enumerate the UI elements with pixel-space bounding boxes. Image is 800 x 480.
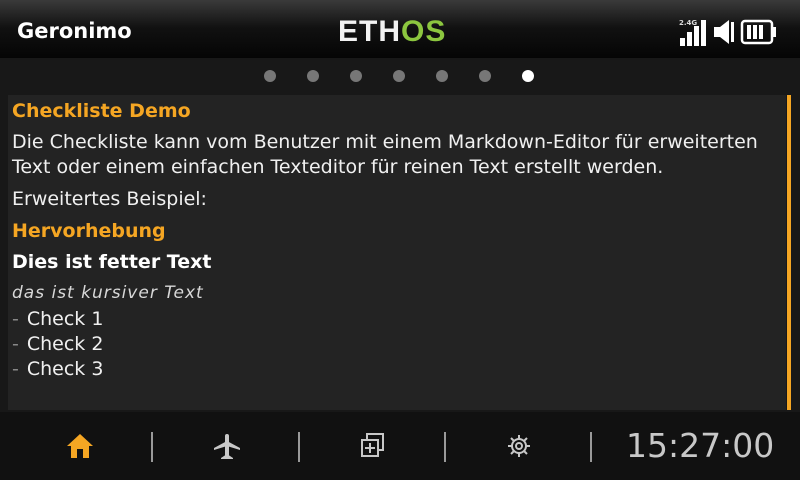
example-label: Erweitertes Beispiel: (12, 188, 207, 210)
list-item-label: Check 3 (26, 358, 104, 380)
clock: 15:27:00 (626, 426, 775, 465)
tab-separator (298, 432, 300, 462)
home-icon (67, 434, 93, 458)
checklist-title: Checkliste Demo (12, 100, 191, 122)
list-item-label: Check 1 (26, 308, 104, 330)
emphasis-heading: Hervorhebung (12, 220, 166, 242)
logo-text-right: OS (401, 15, 447, 48)
tab-displays[interactable] (303, 412, 443, 480)
list-item: - Check 3 (12, 357, 782, 382)
page-indicator (260, 70, 540, 84)
list-dash: - (12, 358, 19, 380)
list-dash: - (12, 308, 19, 330)
page-dot[interactable] (350, 70, 362, 82)
page-dot[interactable] (436, 70, 448, 82)
gear-icon (508, 435, 530, 457)
list-item: - Check 2 (12, 332, 782, 357)
page-dot[interactable] (307, 70, 319, 82)
bold-text: Dies ist fetter Text (12, 251, 212, 273)
top-bar: Geronimo ETHOS 2.4G (0, 0, 800, 58)
airplane-icon (214, 434, 240, 459)
rf-band-label: 2.4G (679, 19, 697, 27)
add-window-icon (361, 433, 384, 457)
scrollbar[interactable] (787, 95, 791, 410)
list-dash: - (12, 333, 19, 355)
battery-icon (740, 19, 776, 45)
tab-home[interactable] (10, 412, 150, 480)
list-item-label: Check 2 (26, 333, 104, 355)
logo-text-left: ETH (338, 15, 401, 48)
page-dot-active[interactable] (522, 70, 534, 82)
checklist-panel[interactable]: Checkliste Demo Die Checkliste kann vom … (8, 95, 786, 410)
status-area: 2.4G (670, 14, 800, 50)
italic-text: das ist kursiver Text (12, 283, 204, 303)
status-icons: 2.4G (679, 19, 776, 46)
tab-separator (151, 432, 153, 462)
page-dot[interactable] (393, 70, 405, 82)
list-item: - Check 1 (12, 307, 782, 332)
model-name[interactable]: Geronimo (17, 19, 132, 43)
ethos-logo: ETHOS (338, 15, 446, 49)
tab-settings[interactable] (449, 412, 589, 480)
tab-separator (444, 432, 446, 462)
intro-text: Die Checkliste kann vom Benutzer mit ein… (12, 131, 758, 178)
page-dot[interactable] (479, 70, 491, 82)
bottom-bar: 15:27:00 (0, 412, 800, 480)
tab-separator (590, 432, 592, 462)
speaker-icon[interactable] (714, 20, 734, 44)
page-dot[interactable] (264, 70, 276, 82)
tab-model[interactable] (157, 412, 297, 480)
